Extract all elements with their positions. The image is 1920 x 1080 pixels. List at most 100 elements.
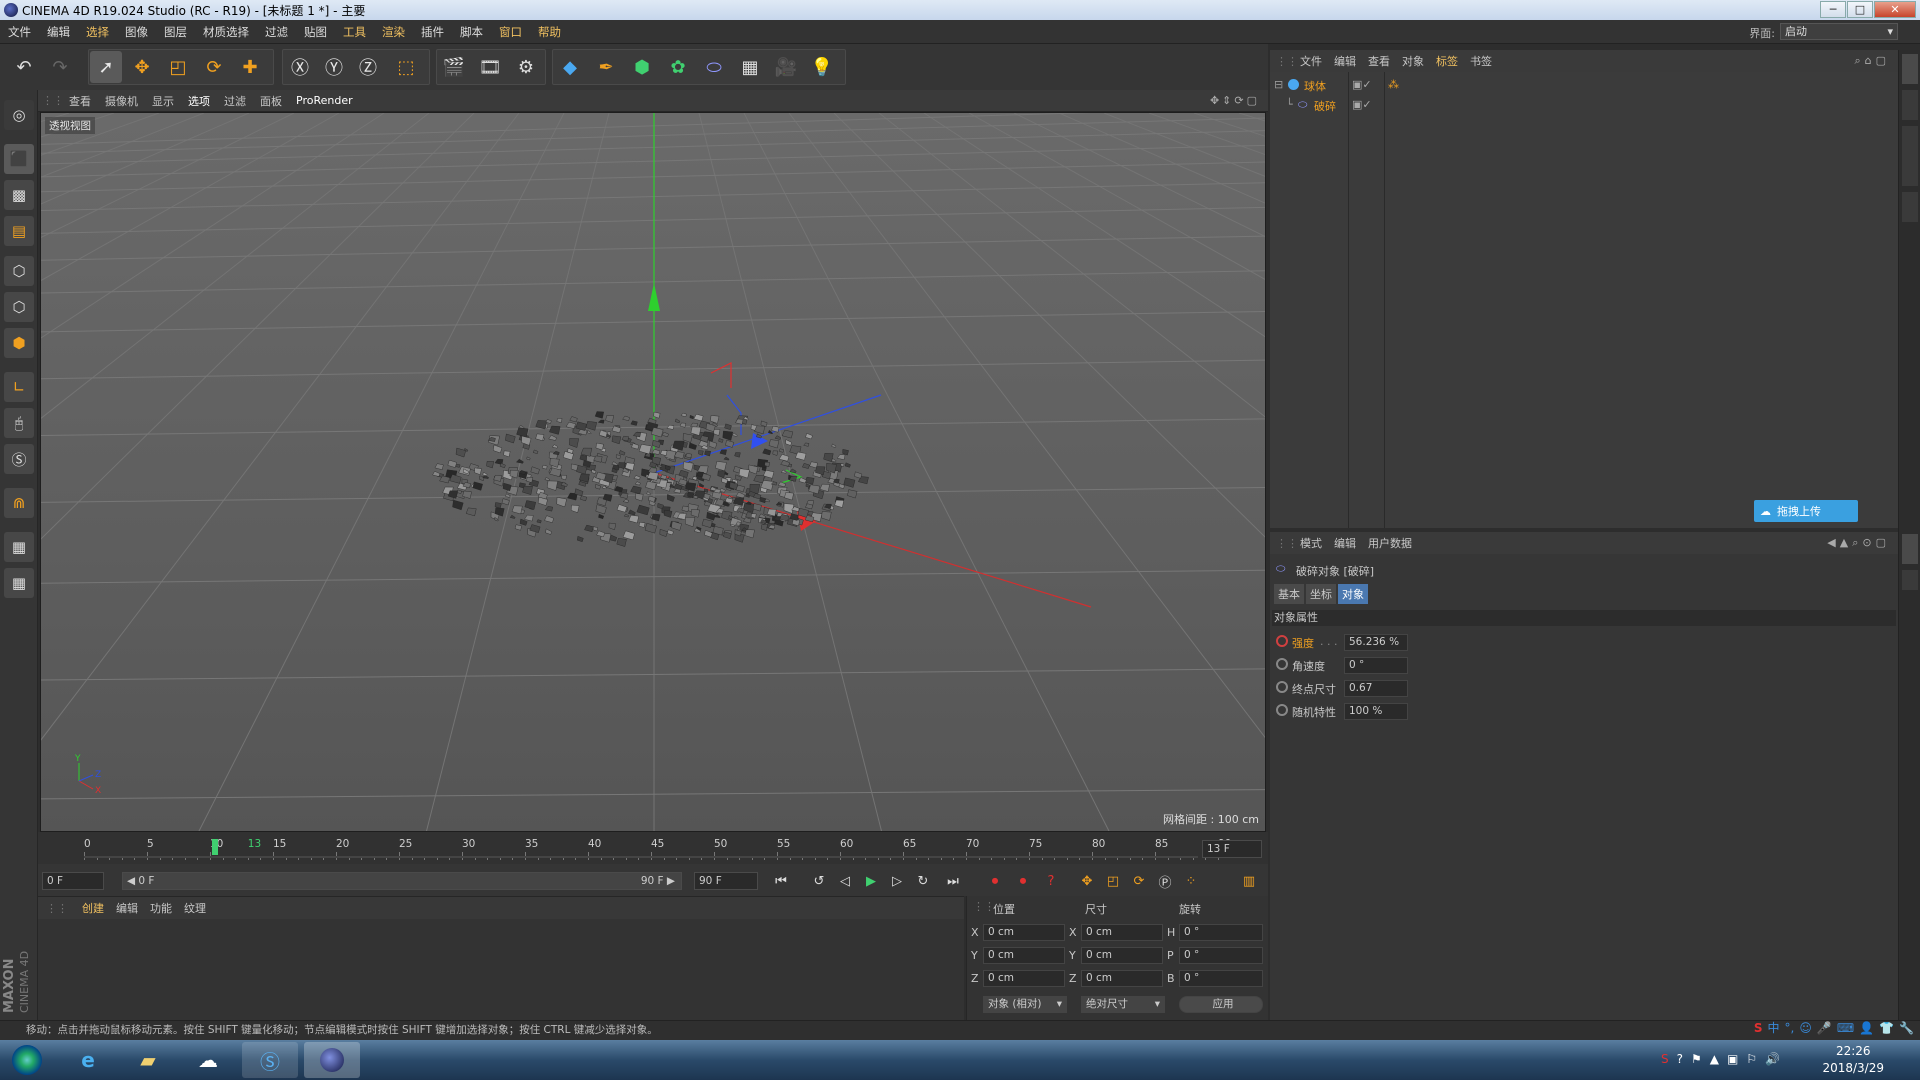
y-axis-lock-button[interactable]: Ⓨ — [318, 51, 350, 83]
ime-mic-icon[interactable]: 🎤 — [1817, 1019, 1832, 1038]
rotate-tool-button[interactable]: ⟳ — [198, 51, 230, 83]
param-strength-field[interactable]: 56.236 % — [1344, 634, 1408, 651]
tab-coordinates[interactable]: 坐标 — [1306, 584, 1336, 604]
menu-image[interactable]: 图像 — [117, 24, 156, 40]
model-mode-button[interactable]: ⬛ — [4, 144, 34, 174]
om-menu-edit[interactable]: 编辑 — [1328, 53, 1362, 69]
polygons-mode-button[interactable]: ⬢ — [4, 328, 34, 358]
tab-object[interactable]: 对象 — [1338, 584, 1368, 604]
subdivision-button[interactable]: ⬢ — [626, 51, 658, 83]
tray-volume-icon[interactable]: 🔊 — [1765, 1052, 1780, 1066]
object-row-sphere[interactable]: ⊟ 球体 ▣✓ ⁂ — [1270, 78, 1898, 96]
taskbar-baidu-netdisk[interactable]: ☁ — [180, 1042, 236, 1078]
viewport-menu-camera[interactable]: 摄像机 — [98, 93, 145, 109]
viewport-nav-icons[interactable]: ✥⇕⟳▢ — [1210, 94, 1260, 107]
workplane-align-button[interactable]: ▦ — [4, 568, 34, 598]
snap-button[interactable]: Ⓢ — [4, 444, 34, 474]
menu-tools[interactable]: 工具 — [335, 24, 374, 40]
record-scale-button[interactable]: ◰ — [1102, 870, 1124, 892]
ime-keyboard-icon[interactable]: ⌨ — [1837, 1019, 1854, 1038]
start-button[interactable] — [2, 1042, 52, 1078]
menu-file[interactable]: 文件 — [0, 24, 39, 40]
om-menu-file[interactable]: 文件 — [1294, 53, 1328, 69]
play-button[interactable]: ▶ — [860, 870, 882, 892]
menu-render[interactable]: 渲染 — [374, 24, 413, 40]
keyframe-dot-icon[interactable] — [1276, 635, 1288, 647]
material-menu-texture[interactable]: 纹理 — [178, 900, 212, 916]
menu-help[interactable]: 帮助 — [530, 24, 569, 40]
viewport-menu-view[interactable]: 查看 — [62, 93, 98, 109]
camera-button[interactable]: 🎥 — [770, 51, 802, 83]
menu-select[interactable]: 选择 — [78, 24, 117, 40]
close-button[interactable]: ✕ — [1874, 1, 1916, 18]
cloner-button[interactable]: ✿ — [662, 51, 694, 83]
size-z-field[interactable]: 0 cm — [1081, 970, 1163, 987]
ime-user-icon[interactable]: 👤 — [1859, 1019, 1874, 1038]
keyframe-dot-icon[interactable] — [1276, 704, 1288, 716]
perspective-viewport[interactable]: Y Z X 透视视图 网格间距 : 100 cm — [40, 112, 1266, 832]
ime-tools-icon[interactable]: 🔧 — [1899, 1019, 1914, 1038]
taskbar-ie[interactable]: e — [60, 1042, 116, 1078]
drag-upload-button[interactable]: ☁ 拖拽上传 — [1754, 500, 1858, 522]
size-y-field[interactable]: 0 cm — [1081, 947, 1163, 964]
maximize-button[interactable]: □ — [1847, 1, 1873, 18]
workplane-mode-button[interactable]: ▤ — [4, 216, 34, 246]
dock-tab-structure[interactable] — [1902, 192, 1918, 222]
recent-tool-button[interactable]: ✚ — [234, 51, 266, 83]
size-mode-select[interactable]: 绝对尺寸 ▾ — [1081, 996, 1165, 1013]
drag-handle-icon[interactable]: ⋮⋮ — [46, 902, 68, 915]
menu-window[interactable]: 窗口 — [491, 24, 530, 40]
drag-handle-icon[interactable]: ⋮⋮ — [973, 900, 995, 913]
workplane-lock-button[interactable]: ▦ — [4, 532, 34, 562]
end-frame-field[interactable]: 90 F — [694, 872, 758, 890]
viewport-menu-display[interactable]: 显示 — [145, 93, 181, 109]
tag-icon[interactable]: ⁂ — [1388, 78, 1399, 91]
edges-mode-button[interactable]: ⬡ — [4, 292, 34, 322]
material-menu-function[interactable]: 功能 — [144, 900, 178, 916]
keyframe-selection-button[interactable]: ? — [1040, 870, 1062, 892]
visibility-dots-icon[interactable]: ▣✓ — [1352, 98, 1372, 111]
menu-script[interactable]: 脚本 — [452, 24, 491, 40]
current-frame-field[interactable]: 13 F — [1202, 840, 1262, 858]
z-axis-lock-button[interactable]: Ⓩ — [352, 51, 384, 83]
tray-expand-icon[interactable]: ▲ — [1710, 1052, 1719, 1066]
menu-material-select[interactable]: 材质选择 — [195, 24, 257, 40]
minimize-button[interactable]: ─ — [1820, 1, 1846, 18]
preview-range-slider[interactable]: ◀ 0 F 90 F ▶ — [122, 872, 682, 890]
menu-filter[interactable]: 过滤 — [257, 24, 296, 40]
am-menu-mode[interactable]: 模式 — [1294, 535, 1328, 551]
playhead[interactable] — [212, 839, 218, 855]
start-frame-field[interactable]: 0 F — [42, 872, 104, 890]
param-randomness-field[interactable]: 100 % — [1344, 703, 1408, 720]
ime-punct-icon[interactable]: °, — [1785, 1019, 1795, 1038]
dock-tab-attributes[interactable] — [1902, 534, 1918, 564]
menu-edit[interactable]: 编辑 — [39, 24, 78, 40]
material-manager[interactable]: ⋮⋮ 创建 编辑 功能 纹理 — [38, 896, 964, 1020]
sogou-ime-icon[interactable]: S — [1754, 1019, 1763, 1038]
next-frame-button[interactable]: ▷ — [886, 870, 908, 892]
drag-handle-icon[interactable]: ⋮⋮ — [1276, 537, 1298, 550]
om-menu-tags[interactable]: 标签 — [1430, 53, 1464, 69]
render-view-button[interactable]: 🎬 — [438, 51, 470, 83]
system-clock[interactable]: 22:26 2018/3/29 — [1822, 1043, 1884, 1077]
keyframe-dot-icon[interactable] — [1276, 681, 1288, 693]
scale-tool-button[interactable]: ◰ — [162, 51, 194, 83]
object-manager[interactable]: ⊟ 球体 ▣✓ ⁂ └ ⬭ 破碎 ▣✓ ☁ 拖拽上传 — [1270, 72, 1898, 528]
make-editable-button[interactable]: ◎ — [4, 100, 34, 130]
apply-button[interactable]: 应用 — [1179, 996, 1263, 1013]
param-angular-velocity-field[interactable]: 0 ° — [1344, 657, 1408, 674]
menu-texture[interactable]: 贴图 — [296, 24, 335, 40]
autokeying-button[interactable]: ⏺ — [1012, 870, 1034, 892]
points-mode-button[interactable]: ⬡ — [4, 256, 34, 286]
axis-mode-button[interactable]: ∟ — [4, 372, 34, 402]
dock-tab-objects[interactable] — [1902, 54, 1918, 84]
om-menu-objects[interactable]: 对象 — [1396, 53, 1430, 69]
live-select-button[interactable]: ➚ — [90, 51, 122, 83]
am-menu-edit[interactable]: 编辑 — [1328, 535, 1362, 551]
coordinate-mode-select[interactable]: 对象 (相对) ▾ — [983, 996, 1067, 1013]
cube-object-button[interactable]: ◆ — [554, 51, 586, 83]
tray-action-center-icon[interactable]: ⚐ — [1746, 1052, 1757, 1066]
viewport-menu-filter[interactable]: 过滤 — [217, 93, 253, 109]
move-gizmo-y-handle[interactable] — [648, 283, 660, 311]
pen-spline-button[interactable]: ✒ — [590, 51, 622, 83]
